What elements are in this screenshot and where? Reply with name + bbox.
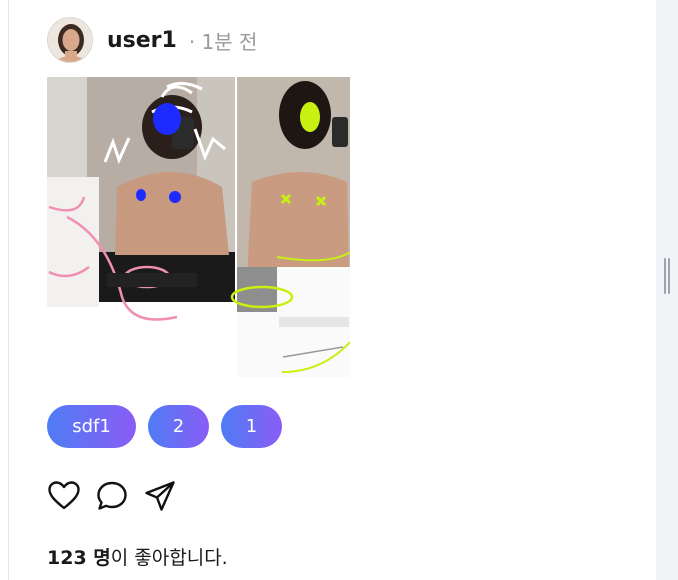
avatar[interactable]	[47, 17, 93, 63]
heart-icon	[48, 481, 80, 510]
post-header: user1 · 1분 전	[47, 16, 257, 64]
comment-icon	[97, 481, 127, 510]
tag-chip[interactable]: 1	[221, 405, 282, 448]
like-button[interactable]	[47, 479, 81, 513]
post-card-border	[8, 0, 9, 580]
share-button[interactable]	[143, 479, 177, 513]
send-icon	[145, 481, 175, 511]
like-count-suffix: 이 좋아합니다.	[110, 547, 228, 569]
like-count-number: 123 명	[47, 547, 111, 569]
post-image[interactable]	[47, 77, 350, 377]
like-count: 123 명이 좋아합니다.	[47, 543, 228, 570]
tag-chip[interactable]: sdf1	[47, 405, 136, 448]
tag-chip[interactable]: 2	[148, 405, 209, 448]
post-actions	[47, 479, 177, 513]
username[interactable]: user1	[107, 28, 177, 53]
splitter-handle[interactable]	[664, 258, 670, 294]
timestamp: · 1분 전	[188, 29, 258, 54]
comment-button[interactable]	[95, 479, 129, 513]
tag-list: sdf1 2 1	[47, 405, 282, 448]
